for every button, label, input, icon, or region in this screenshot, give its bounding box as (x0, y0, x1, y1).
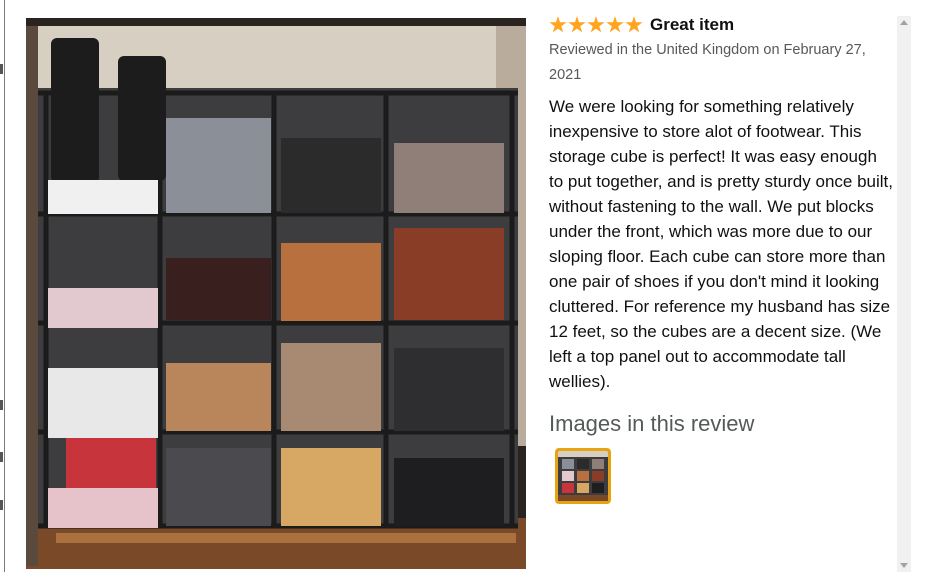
review-main-image[interactable] (26, 18, 526, 569)
star-icon (606, 16, 624, 33)
page-edge-mark (0, 452, 3, 462)
review-text: We were looking for something relatively… (549, 97, 893, 391)
review-image-modal: Great item Reviewed in the United Kingdo… (5, 0, 933, 572)
scrollbar-track[interactable] (899, 30, 909, 557)
shoe-rack-photo (26, 18, 526, 569)
chevron-up-icon[interactable] (900, 20, 908, 25)
star-icon (549, 16, 567, 33)
review-title: Great item (650, 15, 735, 34)
star-icon (625, 16, 643, 33)
star-icon (587, 16, 605, 33)
thumbnail-photo (558, 451, 608, 501)
star-icon (568, 16, 586, 33)
review-date: Reviewed in the United Kingdom on Februa… (549, 42, 866, 83)
review-panel: Great item Reviewed in the United Kingdo… (549, 12, 894, 504)
page-edge-mark (0, 400, 3, 410)
page-edge-mark (0, 64, 3, 74)
review-header: Great item (549, 12, 894, 38)
page-edge-mark (0, 500, 3, 510)
review-image-thumbnail[interactable] (555, 448, 611, 504)
review-images-heading: Images in this review (549, 411, 755, 436)
background-page-edge (0, 0, 4, 572)
chevron-down-icon[interactable] (900, 563, 908, 568)
review-scrollbar[interactable] (897, 16, 911, 572)
star-rating (549, 16, 644, 34)
modal-right-gutter (911, 0, 933, 572)
